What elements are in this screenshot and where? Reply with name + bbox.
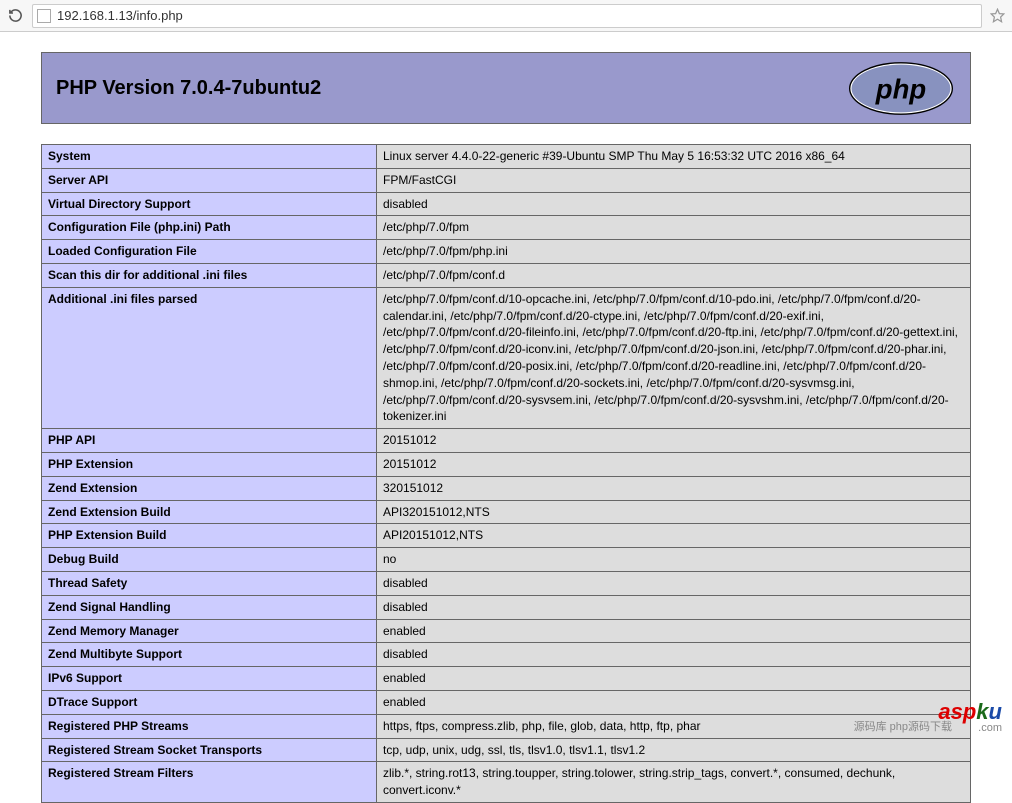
info-key: Thread Safety [42, 571, 377, 595]
info-value: API320151012,NTS [377, 500, 971, 524]
info-key: Debug Build [42, 548, 377, 572]
table-row: Server APIFPM/FastCGI [42, 168, 971, 192]
table-row: Thread Safetydisabled [42, 571, 971, 595]
info-value: /etc/php/7.0/fpm/conf.d [377, 263, 971, 287]
info-value: disabled [377, 571, 971, 595]
info-value: zlib.*, string.rot13, string.toupper, st… [377, 762, 971, 803]
table-row: Zend Extension BuildAPI320151012,NTS [42, 500, 971, 524]
info-key: PHP Extension [42, 452, 377, 476]
table-row: Debug Buildno [42, 548, 971, 572]
info-value: FPM/FastCGI [377, 168, 971, 192]
info-key: Zend Memory Manager [42, 619, 377, 643]
table-row: DTrace Supportenabled [42, 690, 971, 714]
info-value: /etc/php/7.0/fpm/conf.d/10-opcache.ini, … [377, 287, 971, 428]
info-key: Zend Extension [42, 476, 377, 500]
info-key: PHP Extension Build [42, 524, 377, 548]
info-key: Additional .ini files parsed [42, 287, 377, 428]
info-value: disabled [377, 595, 971, 619]
table-row: IPv6 Supportenabled [42, 667, 971, 691]
info-key: Configuration File (php.ini) Path [42, 216, 377, 240]
info-value: /etc/php/7.0/fpm [377, 216, 971, 240]
info-value: disabled [377, 643, 971, 667]
table-row: Registered Stream Socket Transportstcp, … [42, 738, 971, 762]
reload-icon [8, 8, 23, 23]
info-key: Zend Multibyte Support [42, 643, 377, 667]
phpinfo-container: PHP Version 7.0.4-7ubuntu2 php SystemLin… [41, 52, 971, 803]
info-key: Virtual Directory Support [42, 192, 377, 216]
info-key: Scan this dir for additional .ini files [42, 263, 377, 287]
info-value: 20151012 [377, 429, 971, 453]
table-row: Zend Memory Managerenabled [42, 619, 971, 643]
info-value: https, ftps, compress.zlib, php, file, g… [377, 714, 971, 738]
info-key: Registered Stream Socket Transports [42, 738, 377, 762]
info-value: 320151012 [377, 476, 971, 500]
star-icon [990, 8, 1005, 23]
info-value: API20151012,NTS [377, 524, 971, 548]
browser-toolbar [0, 0, 1012, 32]
table-row: Registered Stream Filterszlib.*, string.… [42, 762, 971, 803]
table-row: PHP Extension BuildAPI20151012,NTS [42, 524, 971, 548]
info-value: Linux server 4.4.0-22-generic #39-Ubuntu… [377, 145, 971, 169]
svg-text:php: php [875, 73, 926, 104]
info-key: IPv6 Support [42, 667, 377, 691]
info-value: no [377, 548, 971, 572]
info-value: /etc/php/7.0/fpm/php.ini [377, 240, 971, 264]
info-key: PHP API [42, 429, 377, 453]
table-row: SystemLinux server 4.4.0-22-generic #39-… [42, 145, 971, 169]
php-logo-icon: php [846, 61, 956, 116]
reload-button[interactable] [6, 7, 24, 25]
page-content: PHP Version 7.0.4-7ubuntu2 php SystemLin… [0, 32, 1012, 803]
table-row: Zend Signal Handlingdisabled [42, 595, 971, 619]
info-key: Server API [42, 168, 377, 192]
info-value: 20151012 [377, 452, 971, 476]
table-row: PHP API20151012 [42, 429, 971, 453]
address-bar[interactable] [32, 4, 982, 28]
php-version-title: PHP Version 7.0.4-7ubuntu2 [56, 77, 321, 100]
info-key: System [42, 145, 377, 169]
url-input[interactable] [57, 8, 977, 23]
table-row: Zend Extension320151012 [42, 476, 971, 500]
info-value: disabled [377, 192, 971, 216]
table-row: Loaded Configuration File/etc/php/7.0/fp… [42, 240, 971, 264]
bookmark-button[interactable] [988, 7, 1006, 25]
table-row: Registered PHP Streamshttps, ftps, compr… [42, 714, 971, 738]
phpinfo-header: PHP Version 7.0.4-7ubuntu2 php [41, 52, 971, 124]
info-key: Zend Signal Handling [42, 595, 377, 619]
info-value: tcp, udp, unix, udg, ssl, tls, tlsv1.0, … [377, 738, 971, 762]
table-row: Scan this dir for additional .ini files/… [42, 263, 971, 287]
page-icon [37, 9, 51, 23]
table-row: Virtual Directory Supportdisabled [42, 192, 971, 216]
table-row: PHP Extension20151012 [42, 452, 971, 476]
info-key: Zend Extension Build [42, 500, 377, 524]
info-key: Registered PHP Streams [42, 714, 377, 738]
phpinfo-table: SystemLinux server 4.4.0-22-generic #39-… [41, 144, 971, 803]
info-value: enabled [377, 690, 971, 714]
table-row: Configuration File (php.ini) Path/etc/ph… [42, 216, 971, 240]
info-key: Registered Stream Filters [42, 762, 377, 803]
info-key: DTrace Support [42, 690, 377, 714]
info-value: enabled [377, 667, 971, 691]
info-key: Loaded Configuration File [42, 240, 377, 264]
table-row: Zend Multibyte Supportdisabled [42, 643, 971, 667]
info-value: enabled [377, 619, 971, 643]
table-row: Additional .ini files parsed/etc/php/7.0… [42, 287, 971, 428]
